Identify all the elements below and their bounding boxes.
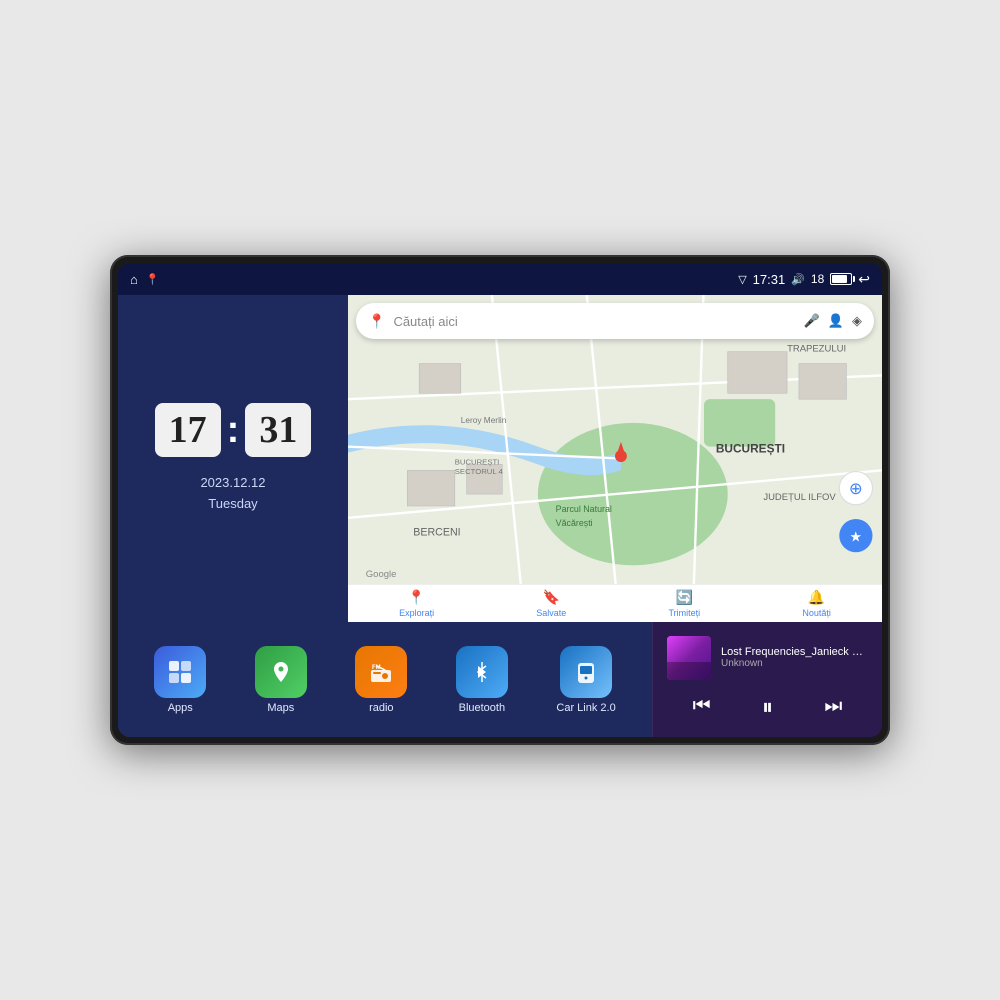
play-pause-button[interactable]: ⏸ — [752, 690, 783, 724]
app-item-carlink[interactable]: Car Link 2.0 — [556, 646, 615, 714]
media-artist: Unknown — [721, 658, 868, 669]
svg-text:★: ★ — [850, 530, 863, 546]
next-button[interactable]: ⏭ — [814, 691, 852, 722]
svg-text:FM: FM — [372, 665, 381, 671]
clock-minutes: 31 — [245, 403, 311, 457]
map-bottom-bar: 📍 Explorați 🔖 Salvate 🔄 Trimiteți � — [348, 584, 882, 622]
news-icon: 🔔 — [808, 589, 825, 606]
media-info: Lost Frequencies_Janieck Devy-... Unknow… — [721, 646, 868, 669]
apps-strip: Apps Maps — [118, 622, 652, 737]
main-content: 17 : 31 2023.12.12 Tuesday 📍 Căutați aic… — [118, 295, 882, 737]
carlink-icon — [560, 646, 612, 698]
map-nav-explore[interactable]: 📍 Explorați — [399, 589, 434, 618]
volume-level: 18 — [811, 272, 824, 286]
maps-icon — [255, 646, 307, 698]
map-nav-news-label: Noutăți — [802, 608, 831, 618]
media-top: Lost Frequencies_Janieck Devy-... Unknow… — [667, 636, 868, 680]
svg-text:Văcărești: Văcărești — [556, 518, 593, 528]
album-art — [667, 636, 711, 680]
layers-icon[interactable]: ◈ — [852, 313, 862, 329]
saved-icon: 🔖 — [543, 589, 560, 606]
apps-icon — [154, 646, 206, 698]
media-player: Lost Frequencies_Janieck Devy-... Unknow… — [652, 622, 882, 737]
map-search-icons: 🎤 👤 ◈ — [804, 313, 862, 329]
map-pin-icon: 📍 — [368, 313, 385, 330]
map-svg: BUCUREȘTI JUDEȚUL ILFOV TRAPEZULUI BERCE… — [348, 295, 882, 622]
share-icon: 🔄 — [676, 589, 693, 606]
battery-indicator — [830, 273, 852, 285]
map-nav-saved[interactable]: 🔖 Salvate — [536, 589, 566, 618]
app-item-bluetooth[interactable]: Bluetooth — [456, 646, 508, 714]
map-panel[interactable]: 📍 Căutați aici 🎤 👤 ◈ — [348, 295, 882, 622]
svg-text:BERCENI: BERCENI — [413, 527, 460, 539]
mic-icon[interactable]: 🎤 — [804, 313, 820, 329]
clock-display: 17 : 31 — [155, 403, 312, 457]
svg-text:BUCUREȘTI: BUCUREȘTI — [455, 457, 500, 466]
svg-text:TRAPEZULUI: TRAPEZULUI — [787, 344, 846, 355]
svg-text:SECTORUL 4: SECTORUL 4 — [455, 467, 504, 476]
radio-icon: FM — [355, 646, 407, 698]
map-search-bar[interactable]: 📍 Căutați aici 🎤 👤 ◈ — [356, 303, 874, 339]
map-nav-explore-label: Explorați — [399, 608, 434, 618]
clock-panel: 17 : 31 2023.12.12 Tuesday — [118, 295, 348, 622]
maps-nav-icon[interactable]: 📍 — [146, 273, 160, 286]
map-nav-share[interactable]: 🔄 Trimiteți — [669, 589, 701, 618]
bluetooth-icon — [456, 646, 508, 698]
svg-text:Google: Google — [366, 569, 397, 580]
svg-text:JUDEȚUL ILFOV: JUDEȚUL ILFOV — [763, 492, 836, 503]
device-frame: ⌂ 📍 ▽ 17:31 🔊 18 ↩ 17 — [110, 255, 890, 745]
map-nav-share-label: Trimiteți — [669, 608, 701, 618]
app-item-radio[interactable]: FM radio — [355, 646, 407, 714]
map-search-placeholder[interactable]: Căutați aici — [393, 314, 795, 329]
app-label-apps: Apps — [168, 702, 193, 714]
status-time: 17:31 — [753, 272, 786, 287]
prev-button[interactable]: ⏮ — [683, 691, 721, 722]
explore-icon: 📍 — [408, 589, 425, 606]
back-icon[interactable]: ↩ — [858, 271, 870, 288]
app-item-maps[interactable]: Maps — [255, 646, 307, 714]
device-screen: ⌂ 📍 ▽ 17:31 🔊 18 ↩ 17 — [118, 263, 882, 737]
avatar-icon[interactable]: 👤 — [828, 313, 844, 329]
volume-icon: 🔊 — [791, 273, 805, 286]
app-label-bluetooth: Bluetooth — [459, 702, 505, 714]
clock-date-value: 2023.12.12 — [200, 473, 265, 494]
status-bar-left: ⌂ 📍 — [130, 272, 160, 287]
svg-text:Leroy Merlin: Leroy Merlin — [461, 415, 507, 425]
clock-colon: : — [227, 411, 240, 449]
bottom-section: Apps Maps — [118, 622, 882, 737]
clock-hours: 17 — [155, 403, 221, 457]
app-label-maps: Maps — [267, 702, 294, 714]
clock-day-value: Tuesday — [200, 494, 265, 515]
app-item-apps[interactable]: Apps — [154, 646, 206, 714]
map-nav-saved-label: Salvate — [536, 608, 566, 618]
home-icon[interactable]: ⌂ — [130, 272, 138, 287]
clock-date: 2023.12.12 Tuesday — [200, 473, 265, 515]
app-label-radio: radio — [369, 702, 393, 714]
media-controls: ⏮ ⏸ ⏭ — [667, 690, 868, 724]
media-title: Lost Frequencies_Janieck Devy-... — [721, 646, 868, 658]
top-section: 17 : 31 2023.12.12 Tuesday 📍 Căutați aic… — [118, 295, 882, 622]
map-nav-news[interactable]: 🔔 Noutăți — [802, 589, 831, 618]
svg-text:⊕: ⊕ — [849, 479, 863, 498]
signal-icon: ▽ — [738, 273, 746, 286]
app-label-carlink: Car Link 2.0 — [556, 702, 615, 714]
svg-text:Parcul Natural: Parcul Natural — [556, 504, 612, 514]
status-bar: ⌂ 📍 ▽ 17:31 🔊 18 ↩ — [118, 263, 882, 295]
svg-text:BUCUREȘTI: BUCUREȘTI — [716, 442, 785, 456]
status-bar-right: ▽ 17:31 🔊 18 ↩ — [738, 271, 870, 288]
